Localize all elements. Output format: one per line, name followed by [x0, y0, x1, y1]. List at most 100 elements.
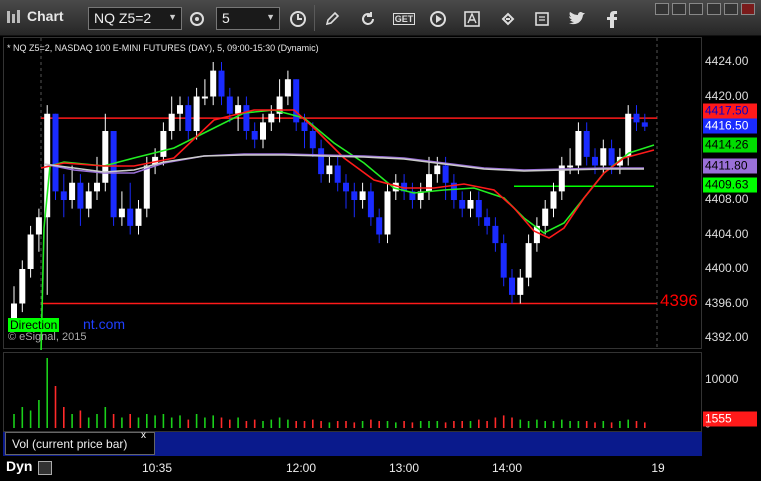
link-icon[interactable] [494, 7, 522, 30]
twitter-icon[interactable] [563, 7, 591, 30]
direction-watermark: nt.com [83, 316, 126, 332]
candle-body [27, 234, 34, 269]
candle-body [193, 96, 200, 131]
copyright-label: © eSignal, 2015 [8, 331, 87, 343]
candle-body [60, 191, 67, 200]
time-label: 10:35 [141, 461, 173, 475]
candle-body [583, 131, 590, 157]
candle-body [318, 148, 325, 175]
volume-study-label[interactable]: Vol (current price bar) [5, 432, 155, 455]
candle-body [243, 105, 250, 131]
candle-body [235, 105, 242, 114]
time-label: 14:00 [491, 461, 523, 475]
get-label: GET [392, 12, 416, 25]
price-tag: 4411.80 [703, 158, 757, 174]
candle-body [467, 200, 474, 209]
settings-gear-icon[interactable] [183, 7, 211, 30]
candle-body [251, 131, 258, 140]
facebook-icon[interactable] [598, 7, 626, 30]
play-icon[interactable] [424, 7, 452, 30]
candle-body [608, 148, 615, 166]
symbol-value: NQ Z5=2 [94, 10, 152, 26]
candle-body [85, 191, 92, 209]
tile-button[interactable] [707, 3, 721, 15]
candle-body [118, 208, 125, 218]
candle-body [600, 148, 607, 166]
candle-body [160, 131, 167, 157]
candle-body [268, 113, 275, 123]
candle-body [110, 131, 117, 218]
candle-body [592, 156, 598, 166]
candle-body [19, 269, 26, 304]
restore-button[interactable] [689, 3, 703, 15]
direction-tag: Direction [8, 318, 60, 332]
candle-body [359, 191, 366, 200]
candle-body [260, 122, 266, 140]
symbol-input[interactable]: NQ Z5=2 ▼ [88, 7, 182, 30]
candle-body [509, 277, 515, 295]
candle-body [334, 165, 341, 183]
price-tag: 4414.26 [703, 137, 757, 153]
candle-body [459, 200, 466, 209]
candle-body [442, 165, 449, 183]
zoom-icon[interactable] [38, 461, 52, 475]
candle-body [575, 131, 582, 166]
candle-body [384, 191, 391, 235]
time-label: 13:00 [388, 461, 420, 475]
candle-body [326, 165, 333, 175]
candle-body [542, 208, 549, 226]
level-label: 4396 [660, 291, 698, 310]
price-chart-panel[interactable] [3, 37, 702, 354]
candle-body [127, 208, 134, 226]
candle-body [625, 113, 632, 157]
candle-body [226, 96, 233, 114]
dynamic-mode-label[interactable]: Dyn [6, 458, 32, 474]
candle-body [185, 105, 192, 131]
get-icon[interactable]: GET [390, 7, 418, 30]
refresh-icon[interactable] [354, 7, 382, 30]
candle-body [492, 225, 499, 244]
candle-body [177, 105, 183, 114]
price-axis-tick: 4408.00 [705, 192, 749, 206]
float-button[interactable] [724, 3, 738, 15]
window-title-label: Chart [27, 8, 64, 24]
candle-body [77, 182, 84, 209]
close-button[interactable] [741, 3, 755, 15]
candle-body [69, 182, 76, 200]
candle-body [218, 70, 225, 97]
chevron-down-icon[interactable]: ▼ [168, 12, 177, 22]
pencil-icon[interactable] [318, 7, 346, 30]
minimize-button[interactable] [655, 3, 669, 15]
volume-panel[interactable] [3, 352, 702, 432]
interval-value: 5 [222, 10, 230, 26]
candle-body [102, 131, 109, 183]
volume-chart [13, 358, 646, 428]
candle-body [351, 191, 358, 200]
clock-icon[interactable] [284, 7, 312, 30]
price-axis-tick: 4396.00 [705, 295, 749, 310]
candle-body [284, 79, 291, 97]
candle-body [210, 70, 217, 97]
close-icon[interactable]: x [141, 430, 146, 441]
chevron-down-icon[interactable]: ▼ [266, 12, 275, 22]
study-label: * NQ Z5=2, NASDAQ 100 E-MINI FUTURES (DA… [7, 43, 319, 53]
maximize-button[interactable] [672, 3, 686, 15]
note-icon[interactable] [528, 7, 556, 30]
time-axis[interactable] [0, 456, 761, 481]
font-icon[interactable] [458, 7, 486, 30]
volume-axis-tick: 10000 [705, 372, 739, 386]
interval-input[interactable]: 5 ▼ [216, 7, 280, 30]
candle-body [475, 200, 482, 218]
candle-body [525, 243, 532, 278]
candle-body [376, 217, 383, 235]
window-title: Chart [6, 8, 64, 24]
candle-body [94, 182, 100, 192]
candle-body [434, 165, 441, 175]
price-axis-tick: 4392.00 [705, 330, 749, 344]
candle-body [517, 277, 524, 295]
candle-body [35, 217, 42, 235]
candle-body [201, 96, 208, 99]
price-tag: 4409.63 [703, 177, 757, 193]
price-chart [11, 38, 658, 354]
candle-body [367, 191, 374, 218]
